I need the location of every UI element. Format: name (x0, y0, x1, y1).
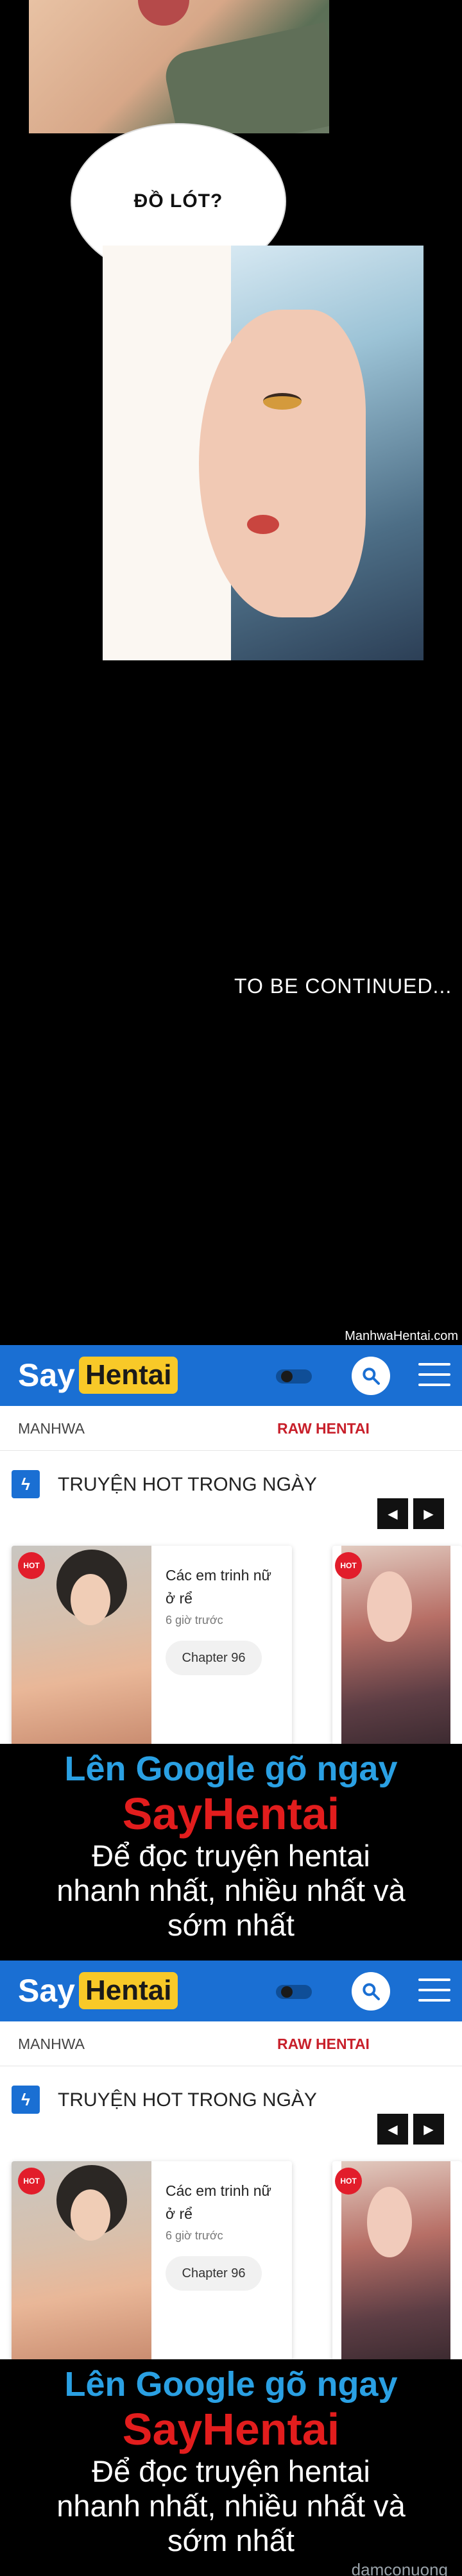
carousel-prev-button[interactable]: ◀ (377, 2114, 408, 2145)
dark-mode-toggle[interactable] (276, 1369, 312, 1384)
comic-card[interactable]: HOT Các em trinh nữ ở rể 6 giờ trước Cha… (12, 2161, 292, 2361)
comic-panel-top (29, 0, 329, 133)
logo-say: Say (18, 1973, 75, 2009)
carousel-next-button[interactable]: ▶ (413, 2114, 444, 2145)
toggle-knob (281, 1986, 293, 1998)
logo-hentai: Hentai (78, 1972, 178, 2009)
hot-badge: HOT (335, 2168, 362, 2195)
panel-lips (138, 0, 189, 26)
comic-cover-2[interactable] (341, 1546, 450, 1746)
hot-badge: HOT (18, 2168, 45, 2195)
logo-say: Say (18, 1357, 75, 1393)
nav-bar: MANHWA RAW HENTAI (0, 1406, 462, 1451)
promo-line-1: Lên Google gõ ngay (64, 2365, 398, 2404)
promo-line-3b: nhanh nhất, nhiều nhất và (56, 2489, 406, 2523)
to-be-continued-text: TO BE CONTINUED... (234, 974, 452, 998)
search-icon (363, 1983, 380, 2000)
nav-bar: MANHWA RAW HENTAI (0, 2021, 462, 2066)
search-button[interactable] (352, 1357, 390, 1395)
nav-item-raw-hentai[interactable]: RAW HENTAI (277, 1420, 370, 1437)
nav-item-raw-hentai[interactable]: RAW HENTAI (277, 2036, 370, 2053)
hot-section-title: TRUYỆN HOT TRONG NGÀY (58, 1474, 317, 1495)
comic-title[interactable]: Các em trinh nữ ở rể (166, 2179, 281, 2225)
comic-card[interactable]: HOT Các em trinh nữ ở rể 6 giờ trước Cha… (12, 1546, 292, 1746)
search-button[interactable] (352, 1972, 390, 2011)
hot-badge: HOT (18, 1552, 45, 1579)
panel-face (199, 310, 366, 617)
comic-cover-2[interactable] (341, 2161, 450, 2361)
comic-card-2[interactable]: HOT (332, 2161, 462, 2361)
toggle-knob (281, 1371, 293, 1382)
panel-eye (263, 393, 302, 410)
promo-line-1: Lên Google gõ ngay (64, 1750, 398, 1788)
site-header: Say Hentai (0, 1345, 462, 1406)
promo-line-2: SayHentai (122, 2404, 340, 2454)
chapter-button[interactable]: Chapter 96 (166, 1641, 262, 1675)
chapter-button[interactable]: Chapter 96 (166, 2256, 262, 2291)
footer-watermark: damconuong (351, 2560, 448, 2576)
speech-bubble-text: ĐỒ LÓT? (133, 190, 223, 212)
promo-line-3a: Để đọc truyện hentai (92, 1839, 370, 1873)
ad-block-2: Say Hentai MANHWA RAW HENTAI ϟ TRUYỆN HO… (0, 1961, 462, 2576)
comic-card-2[interactable]: HOT (332, 1546, 462, 1746)
promo-banner: Lên Google gõ ngay SayHentai Để đọc truy… (0, 2359, 462, 2576)
panel-mouth (247, 515, 279, 534)
lightning-icon: ϟ (12, 1470, 40, 1498)
lightning-icon: ϟ (12, 2086, 40, 2114)
promo-line-3c: sớm nhất (167, 1908, 295, 1942)
menu-icon[interactable] (418, 1978, 450, 2004)
search-icon (363, 1367, 380, 1385)
carousel-prev-button[interactable]: ◀ (377, 1498, 408, 1529)
logo-hentai: Hentai (78, 1357, 178, 1394)
site-logo[interactable]: Say Hentai (18, 1972, 178, 2009)
promo-banner: Lên Google gõ ngay SayHentai Để đọc truy… (0, 1744, 462, 1961)
promo-line-3b: nhanh nhất, nhiều nhất và (56, 1873, 406, 1907)
panel-shirt (161, 22, 329, 133)
carousel-next-button[interactable]: ▶ (413, 1498, 444, 1529)
promo-line-3c: sớm nhất (167, 2523, 295, 2557)
watermark: ManhwaHentai.com (345, 1329, 458, 1343)
comic-panel-portrait (103, 246, 424, 660)
hot-section-title: TRUYỆN HOT TRONG NGÀY (58, 2089, 317, 2111)
nav-item-manhwa[interactable]: MANHWA (18, 1420, 85, 1437)
ad-block-1: Say Hentai MANHWA RAW HENTAI ϟ TRUYỆN HO… (0, 1345, 462, 1961)
site-logo[interactable]: Say Hentai (18, 1357, 178, 1394)
dark-mode-toggle[interactable] (276, 1985, 312, 1999)
hot-badge: HOT (335, 1552, 362, 1579)
menu-icon[interactable] (418, 1363, 450, 1389)
nav-item-manhwa[interactable]: MANHWA (18, 2036, 85, 2053)
site-header: Say Hentai (0, 1961, 462, 2021)
promo-line-3a: Để đọc truyện hentai (92, 2454, 370, 2488)
comic-area: ĐỒ LÓT? TO BE CONTINUED... ManhwaHentai.… (0, 0, 462, 1346)
comic-updated-time: 6 giờ trước (166, 2229, 223, 2242)
comic-title[interactable]: Các em trinh nữ ở rể (166, 1564, 281, 1610)
comic-updated-time: 6 giờ trước (166, 1614, 223, 1627)
promo-line-2: SayHentai (122, 1789, 340, 1839)
